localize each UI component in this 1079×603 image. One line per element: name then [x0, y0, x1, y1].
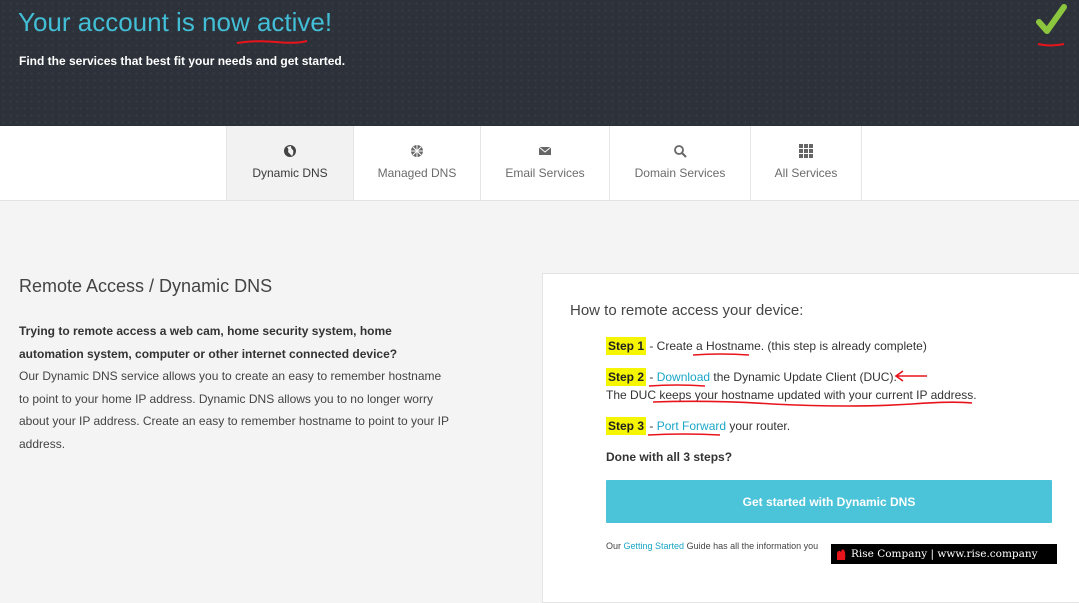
- step-1: Step 1 - Create a Hostname. (this step i…: [606, 337, 927, 355]
- done-question: Done with all 3 steps?: [606, 450, 733, 464]
- step-label: Step 3: [606, 417, 647, 435]
- magnifier-icon: [674, 145, 687, 158]
- tab-domain-services[interactable]: Domain Services: [609, 126, 750, 200]
- flame-logo-icon: [837, 549, 846, 560]
- annotation-underline: [647, 433, 721, 436]
- watermark: Rise Company | www.rise.company: [831, 544, 1057, 564]
- get-started-button[interactable]: Get started with Dynamic DNS: [606, 480, 1052, 523]
- tab-label: Dynamic DNS: [252, 166, 328, 180]
- tab-label: Managed DNS: [377, 166, 457, 180]
- envelope-icon: [538, 146, 552, 155]
- page-subtitle: Find the services that best fit your nee…: [19, 54, 346, 68]
- tab-label: Domain Services: [634, 166, 726, 180]
- step-label: Step 1: [606, 337, 647, 355]
- grid-icon: [799, 144, 813, 158]
- tab-managed-dns[interactable]: Managed DNS: [353, 126, 480, 200]
- tab-email-services[interactable]: Email Services: [480, 126, 609, 200]
- page-title: Your account is now active!: [18, 7, 333, 37]
- tab-dynamic-dns[interactable]: Dynamic DNS: [226, 126, 353, 200]
- annotation-underline: [652, 400, 973, 407]
- services-tab-bar: Dynamic DNS Managed DNS Email Services D…: [0, 126, 1079, 201]
- step-2: Step 2 - Download the Dynamic Update Cli…: [606, 368, 897, 386]
- tab-label: Email Services: [505, 166, 585, 180]
- getting-started-link[interactable]: Getting Started: [624, 541, 685, 551]
- step-label: Step 2: [606, 368, 647, 386]
- watermark-text: Rise Company | www.rise.company: [851, 548, 1038, 560]
- hero-banner: Your account is now active! Find the ser…: [0, 0, 1079, 126]
- hostname-text: Hostname: [706, 339, 761, 353]
- section-title: Remote Access / Dynamic DNS: [19, 276, 273, 296]
- tab-all-services[interactable]: All Services: [750, 126, 862, 200]
- annotation-underline: [692, 353, 750, 356]
- annotation-arrow-icon: [894, 370, 927, 382]
- download-link[interactable]: Download: [657, 370, 710, 384]
- globe-icon: [284, 145, 296, 157]
- globe-grid-icon: [411, 145, 423, 157]
- port-forward-link[interactable]: Port Forward: [657, 419, 726, 433]
- checkmark-icon: [1036, 4, 1067, 47]
- tab-label: All Services: [774, 166, 838, 180]
- steps-title: How to remote access your device:: [570, 302, 804, 319]
- step-3: Step 3 - Port Forward your router.: [606, 417, 791, 435]
- intro-question: Trying to remote access a web cam, home …: [19, 324, 398, 361]
- footer-note: Our Getting Started Guide has all the in…: [606, 541, 819, 551]
- annotation-underline: [236, 40, 308, 44]
- intro-body: Our Dynamic DNS service allows you to cr…: [19, 369, 449, 451]
